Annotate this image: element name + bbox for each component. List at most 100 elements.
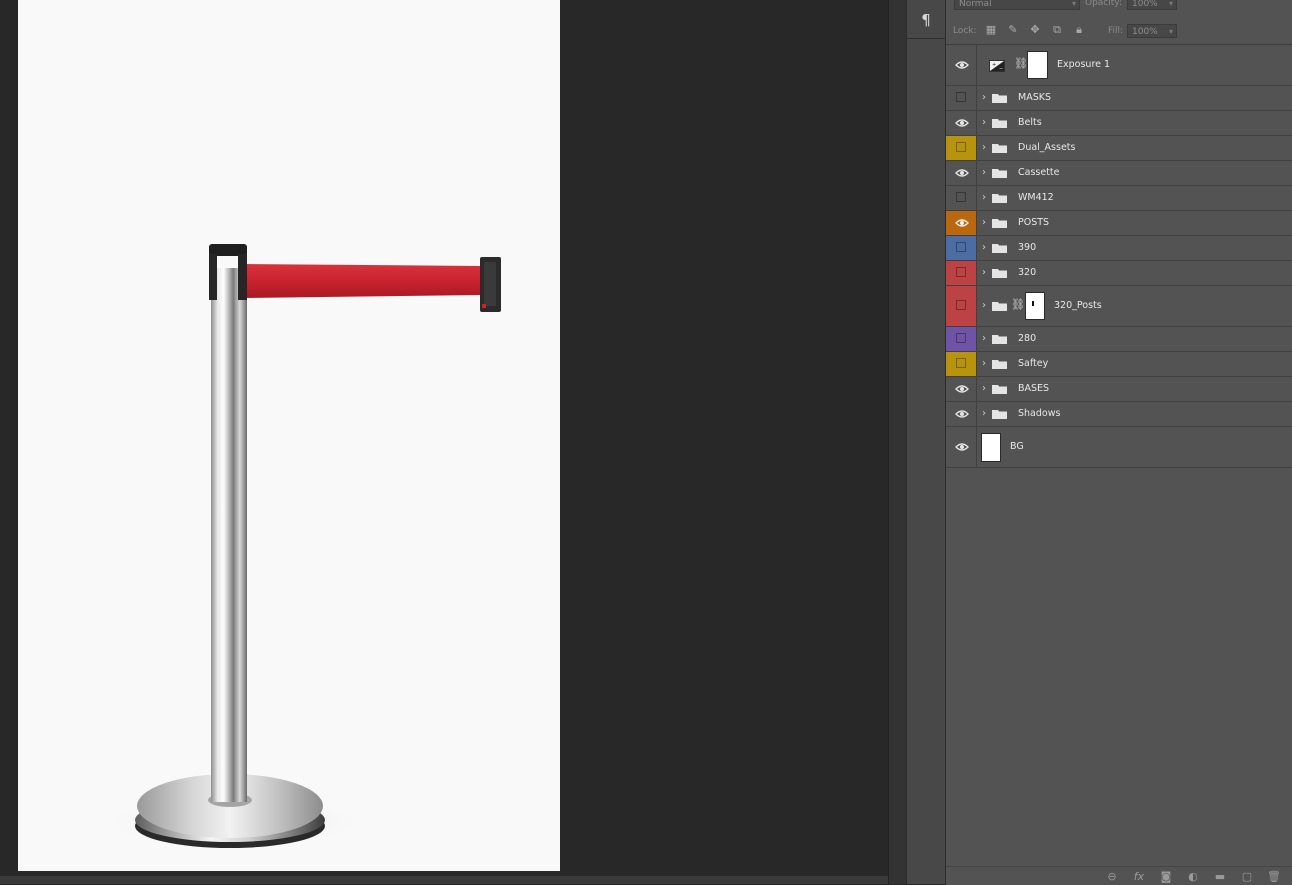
layer-row[interactable]: › Dual_Assets	[946, 136, 1292, 161]
hidden-visibility-box	[956, 142, 966, 152]
mask-mark	[1032, 301, 1034, 306]
collapsed-panel-strip: ¶	[906, 0, 946, 884]
blend-row: Normal ▾ Opacity: 100% ▾	[946, 0, 1292, 14]
layer-row[interactable]: › 320	[946, 261, 1292, 286]
adjustment-icon[interactable]: ◐	[1186, 870, 1200, 884]
visibility-toggle[interactable]	[946, 402, 977, 426]
layer-name: Shadows	[1018, 408, 1061, 419]
chevron-right-icon[interactable]: ›	[982, 217, 990, 229]
eye-icon	[955, 443, 969, 451]
eye-icon	[955, 119, 969, 127]
mask-icon[interactable]: ◙	[1159, 870, 1173, 884]
layer-row[interactable]: BG	[946, 427, 1292, 468]
fx-icon[interactable]: fx	[1132, 870, 1146, 884]
blend-mode-select[interactable]: Normal ▾	[954, 0, 1080, 10]
visibility-toggle[interactable]	[946, 111, 977, 135]
chevron-right-icon[interactable]: ›	[982, 333, 990, 345]
chevron-right-icon[interactable]: ›	[982, 300, 990, 312]
layer-row[interactable]: › Belts	[946, 111, 1292, 136]
layer-row[interactable]: › Shadows	[946, 402, 1292, 427]
chevron-right-icon[interactable]: ›	[982, 358, 990, 370]
layer-row[interactable]: › MASKS	[946, 86, 1292, 111]
chevron-right-icon[interactable]: ›	[982, 142, 990, 154]
visibility-toggle[interactable]	[946, 161, 977, 185]
eye-icon	[955, 410, 969, 418]
layer-mask-thumbnail[interactable]	[1027, 51, 1048, 79]
layer-row[interactable]: › Saftey	[946, 352, 1292, 377]
visibility-toggle[interactable]	[946, 211, 977, 235]
eye-icon	[955, 169, 969, 177]
visibility-toggle[interactable]	[946, 261, 977, 285]
chevron-right-icon[interactable]: ›	[982, 383, 990, 395]
chevron-right-icon[interactable]: ›	[982, 242, 990, 254]
layer-name: BASES	[1018, 383, 1050, 394]
fill-field[interactable]: 100% ▾	[1127, 24, 1177, 38]
folder-icon	[992, 94, 1007, 103]
layers-panel: Normal ▾ Opacity: 100% ▾ Lock: ▦ ✎ ✥ ⧉ 🔒…	[946, 0, 1292, 885]
chevron-right-icon[interactable]: ›	[982, 92, 990, 104]
layer-row[interactable]: › Cassette	[946, 161, 1292, 186]
document-canvas[interactable]	[18, 0, 560, 871]
chevron-right-icon[interactable]: ›	[982, 117, 990, 129]
layer-mask-thumbnail[interactable]	[1025, 292, 1045, 320]
folder-icon	[992, 335, 1007, 344]
lock-label: Lock:	[953, 26, 977, 36]
chevron-right-icon[interactable]: ›	[982, 267, 990, 279]
visibility-toggle[interactable]	[946, 352, 977, 376]
canvas-workspace[interactable]	[0, 0, 888, 876]
visibility-toggle[interactable]	[946, 377, 977, 401]
visibility-toggle[interactable]	[946, 45, 977, 85]
checker-icon[interactable]: ▦	[984, 23, 998, 37]
folder-icon	[992, 219, 1007, 228]
layer-row[interactable]: › 280	[946, 327, 1292, 352]
hidden-visibility-box	[956, 242, 966, 252]
chain-link-icon[interactable]: ⛓︎	[1014, 57, 1028, 70]
chevron-right-icon[interactable]: ›	[982, 167, 990, 179]
post-head-right	[238, 254, 247, 300]
lock-icon[interactable]: 🔒︎	[1072, 23, 1086, 37]
move-icon[interactable]: ✥	[1028, 23, 1042, 37]
opacity-field[interactable]: 100% ▾	[1127, 0, 1177, 10]
folder-icon	[992, 144, 1007, 153]
layer-thumbnail[interactable]	[981, 433, 1001, 462]
panel-dock-gap	[888, 0, 907, 884]
brush-icon[interactable]: ✎	[1006, 23, 1020, 37]
visibility-toggle[interactable]	[946, 427, 977, 467]
folder-icon	[992, 360, 1007, 369]
chevron-right-icon[interactable]: ›	[982, 408, 990, 420]
hidden-visibility-box	[956, 192, 966, 202]
visibility-toggle[interactable]	[946, 186, 977, 210]
layer-name: Saftey	[1018, 358, 1049, 369]
visibility-toggle[interactable]	[946, 286, 977, 326]
strip-divider	[907, 38, 945, 39]
artboard-icon[interactable]: ⧉	[1050, 23, 1064, 37]
layer-row[interactable]: › WM412	[946, 186, 1292, 211]
folder-icon	[992, 169, 1007, 178]
trash-icon[interactable]: 🗑︎	[1267, 870, 1281, 884]
folder-icon	[992, 385, 1007, 394]
layer-row[interactable]: › POSTS	[946, 211, 1292, 236]
visibility-toggle[interactable]	[946, 136, 977, 160]
horizontal-scrollbar[interactable]	[0, 876, 888, 884]
layer-name: 320	[1018, 267, 1037, 278]
layer-row[interactable]: + − ⛓︎ Exposure 1	[946, 45, 1292, 86]
post-shaft	[211, 268, 247, 802]
visibility-toggle[interactable]	[946, 86, 977, 110]
chain-link-icon[interactable]: ⛓︎	[1011, 298, 1025, 311]
layer-list: +− ⛓︎ Exposure 1 › MASKS › Belts › Dual	[946, 45, 1292, 468]
lock-row: Lock: ▦ ✎ ✥ ⧉ 🔒︎ Fill: 100% ▾	[946, 20, 1292, 42]
folder-icon	[992, 269, 1007, 278]
visibility-toggle[interactable]	[946, 327, 977, 351]
layer-row[interactable]: › ⛓︎ 320_Posts	[946, 286, 1292, 327]
folder-icon	[992, 410, 1007, 419]
layer-row[interactable]: › 390	[946, 236, 1292, 261]
chevron-right-icon[interactable]: ›	[982, 192, 990, 204]
layer-row[interactable]: › BASES	[946, 377, 1292, 402]
visibility-toggle[interactable]	[946, 236, 977, 260]
chevron-down-icon: ▾	[1071, 0, 1076, 8]
folder-icon[interactable]: ▬	[1213, 870, 1227, 884]
paragraph-icon[interactable]: ¶	[907, 8, 945, 32]
link-icon[interactable]: ⊖	[1105, 870, 1119, 884]
new-layer-icon[interactable]: ▢	[1240, 870, 1254, 884]
layer-name: 320_Posts	[1054, 300, 1102, 311]
